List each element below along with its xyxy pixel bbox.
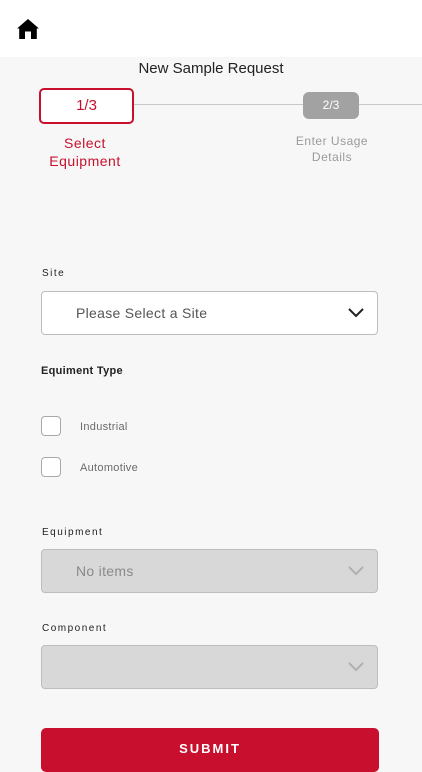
industrial-checkbox[interactable] [41,416,61,436]
step-2-label-line2: Details [311,150,353,164]
equipment-select-value: No items [76,563,134,579]
component-select[interactable] [41,645,378,689]
step-1-badge[interactable]: 1/3 [39,88,134,124]
step-1-label-line1: Select [64,135,106,151]
chevron-down-icon [348,566,364,576]
equipment-select[interactable]: No items [41,549,378,593]
step-2-label: Enter Usage Details [286,133,378,165]
automotive-label[interactable]: Automotive [80,462,138,474]
equipment-label: Equipment [42,527,104,538]
automotive-checkbox[interactable] [41,457,61,477]
site-select-placeholder: Please Select a Site [76,305,208,321]
component-label: Component [42,623,108,634]
site-label: Site [42,268,66,279]
submit-button[interactable]: SUBMIT [41,728,379,772]
page-title: New Sample Request [138,60,284,77]
site-select[interactable]: Please Select a Site [41,291,378,335]
industrial-label[interactable]: Industrial [80,421,128,433]
chevron-down-icon [348,308,364,318]
stepper-line [134,104,422,105]
chevron-down-icon [348,662,364,672]
step-1-label: Select Equipment [34,134,136,170]
step-2-badge[interactable]: 2/3 [303,92,359,119]
step-1-label-line2: Equipment [49,153,121,169]
equipment-type-title: Equiment Type [41,365,123,377]
home-icon[interactable] [16,17,40,41]
top-bar [0,0,422,57]
step-2-label-line1: Enter Usage [295,134,369,148]
